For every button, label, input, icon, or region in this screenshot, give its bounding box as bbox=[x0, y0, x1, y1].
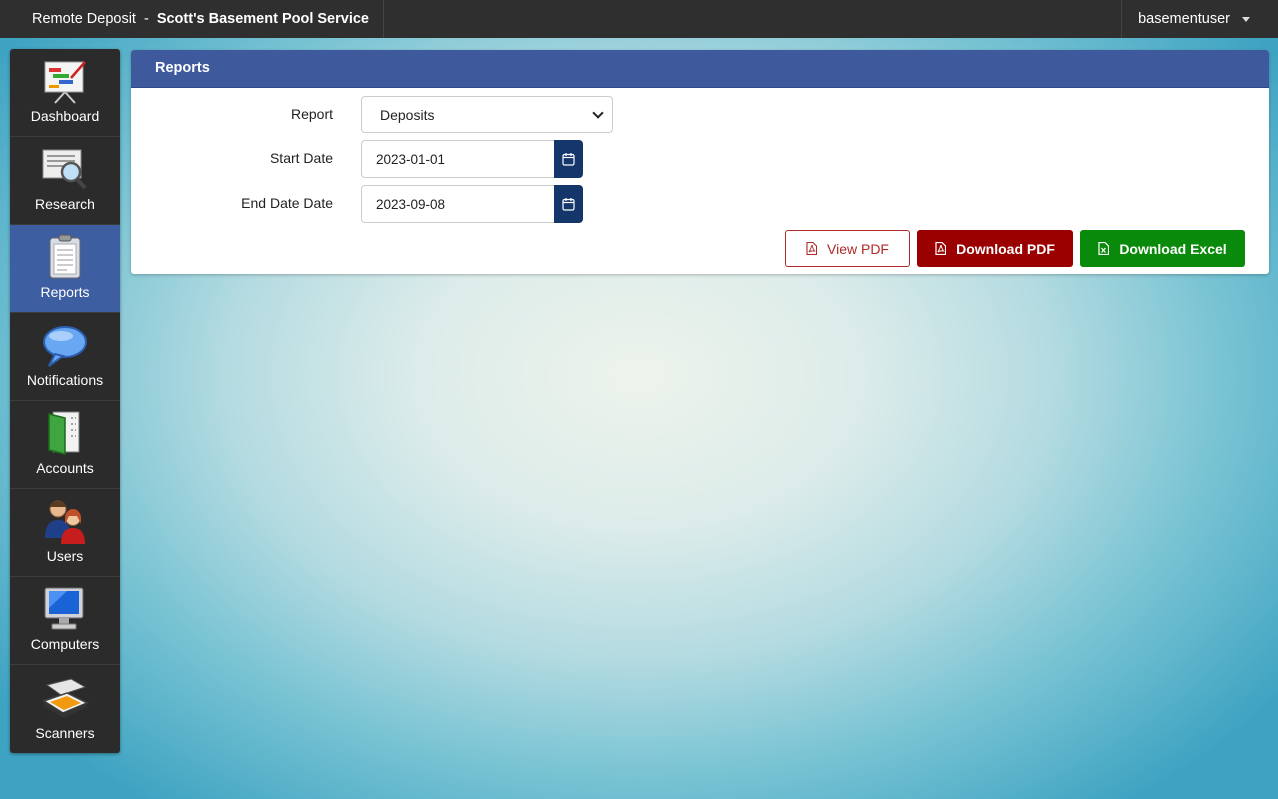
dashboard-chart-icon bbox=[41, 58, 89, 104]
sidebar-item-label: Computers bbox=[30, 636, 100, 652]
pdf-file-icon bbox=[806, 242, 817, 255]
sidebar: Dashboard Research Reports Notifications… bbox=[10, 49, 120, 753]
download-excel-button[interactable]: Download Excel bbox=[1080, 230, 1245, 267]
excel-file-icon bbox=[1098, 242, 1110, 255]
start-date-value: 2023-01-01 bbox=[376, 151, 446, 167]
user-menu[interactable]: basementuser bbox=[1121, 0, 1278, 38]
download-pdf-button[interactable]: Download PDF bbox=[917, 230, 1073, 267]
end-date-input[interactable]: 2023-09-08 bbox=[361, 185, 555, 223]
clipboard-report-icon bbox=[41, 234, 89, 280]
view-pdf-button[interactable]: View PDF bbox=[785, 230, 910, 267]
start-date-calendar-button[interactable] bbox=[554, 140, 583, 178]
panel-title: Reports bbox=[131, 50, 1269, 88]
sidebar-item-research[interactable]: Research bbox=[10, 137, 120, 225]
monitor-icon bbox=[41, 586, 89, 632]
start-date-input[interactable]: 2023-01-01 bbox=[361, 140, 555, 178]
sidebar-item-accounts[interactable]: Accounts bbox=[10, 401, 120, 489]
ledger-book-icon bbox=[41, 410, 89, 456]
sidebar-item-label: Scanners bbox=[35, 725, 95, 741]
end-date-label: End Date Date bbox=[241, 195, 333, 211]
report-label: Report bbox=[290, 106, 333, 122]
end-date-value: 2023-09-08 bbox=[376, 196, 446, 212]
navbar-spacer bbox=[384, 0, 1121, 38]
sidebar-item-dashboard[interactable]: Dashboard bbox=[10, 49, 120, 137]
username: basementuser bbox=[1138, 11, 1230, 27]
scanner-icon bbox=[41, 675, 89, 721]
sidebar-item-notifications[interactable]: Notifications bbox=[10, 313, 120, 401]
top-navbar: Remote Deposit - Scott's Basement Pool S… bbox=[0, 0, 1278, 38]
sidebar-item-users[interactable]: Users bbox=[10, 489, 120, 577]
calendar-icon bbox=[562, 153, 575, 166]
chevron-down-icon bbox=[592, 106, 604, 119]
start-date-label: Start Date bbox=[269, 150, 333, 166]
report-select[interactable]: Deposits bbox=[361, 96, 613, 133]
sidebar-item-computers[interactable]: Computers bbox=[10, 577, 120, 665]
sidebar-item-label: Accounts bbox=[36, 460, 94, 476]
sidebar-item-label: Dashboard bbox=[30, 108, 100, 124]
sidebar-item-label: Notifications bbox=[26, 372, 104, 388]
download-excel-label: Download Excel bbox=[1119, 240, 1227, 257]
reports-panel: Reports Report Deposits Start Date 2023-… bbox=[131, 50, 1269, 274]
sidebar-item-label: Users bbox=[46, 548, 84, 564]
magnifier-document-icon bbox=[41, 146, 89, 192]
users-people-icon bbox=[41, 498, 89, 544]
brand-separator: - bbox=[143, 11, 149, 27]
caret-down-icon bbox=[1242, 16, 1250, 22]
calendar-icon bbox=[562, 198, 575, 211]
sidebar-item-label: Reports bbox=[40, 284, 90, 300]
sidebar-item-reports[interactable]: Reports bbox=[10, 225, 120, 313]
brand[interactable]: Remote Deposit - Scott's Basement Pool S… bbox=[0, 0, 384, 38]
end-date-calendar-button[interactable] bbox=[554, 185, 583, 223]
speech-bubble-icon bbox=[41, 322, 89, 368]
app-name: Remote Deposit bbox=[32, 11, 136, 27]
company-name: Scott's Basement Pool Service bbox=[156, 11, 369, 27]
report-select-value: Deposits bbox=[380, 106, 435, 123]
download-pdf-label: Download PDF bbox=[956, 240, 1055, 257]
pdf-file-icon bbox=[935, 242, 947, 255]
sidebar-item-label: Research bbox=[35, 196, 95, 212]
sidebar-item-scanners[interactable]: Scanners bbox=[10, 665, 120, 753]
view-pdf-label: View PDF bbox=[827, 240, 889, 257]
